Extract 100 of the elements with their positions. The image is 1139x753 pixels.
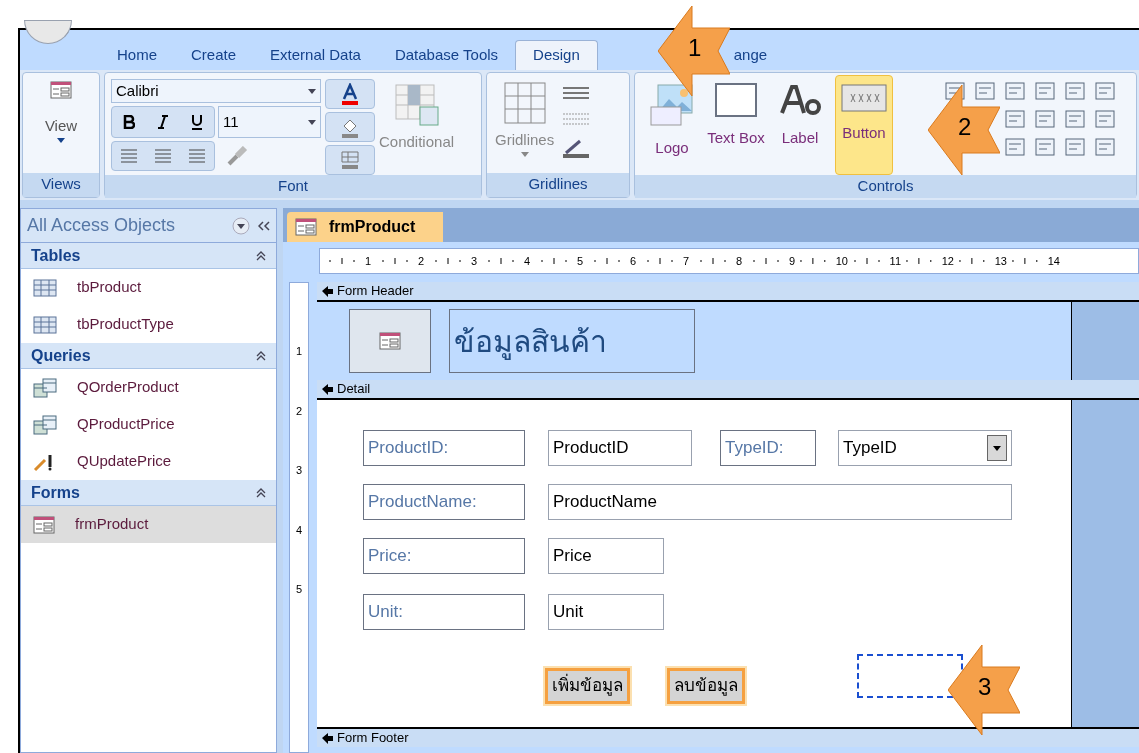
control-icon[interactable] [1064,109,1086,129]
callout-number: 3 [978,675,992,699]
group-label: Font [105,175,481,198]
ribbon-tab[interactable]: ange [733,40,785,70]
control-icon[interactable] [1004,109,1026,129]
ruler-number: 12 [941,253,954,269]
text-box[interactable]: Price [548,538,664,574]
font-name-field[interactable]: Calibri [111,79,321,103]
ribbon-tab[interactable]: External Data [253,40,378,70]
picture-icon [650,83,694,127]
control-icon[interactable] [1094,109,1116,129]
grid-icon [502,81,547,125]
combo-box[interactable]: TypeID [838,430,1012,466]
section-marker-icon [321,383,333,395]
section-label: Form Header [337,282,414,301]
document-tab[interactable]: frmProduct [287,212,444,242]
control-icon[interactable] [1004,137,1026,157]
ruler-number: 10 [835,253,848,269]
view-button[interactable]: View [44,81,78,143]
group-label: Views [23,173,99,197]
collapse-icon[interactable] [258,220,270,231]
query-icon [33,414,57,435]
fill-color-button[interactable] [325,112,375,142]
form-title: ข้อมูลสินค้า [449,309,695,373]
ribbon-tab[interactable]: Create [174,40,254,70]
field-label[interactable]: Price: [363,538,525,574]
caret-icon[interactable] [308,88,316,94]
ruler-number: 11 [889,253,901,269]
table-icon [33,315,57,334]
caret-icon[interactable] [57,137,65,143]
control-icon[interactable] [1034,137,1056,157]
control-icon[interactable] [1034,109,1056,129]
line-color-button[interactable] [325,145,375,175]
group-header[interactable]: Queries [21,343,276,369]
ruler-number: 9 [788,253,795,269]
caret-icon[interactable] [308,119,316,125]
ruler-number: 3 [295,463,303,478]
ruler-number: 6 [629,253,636,269]
ribbon-tab[interactable]: Design [515,40,598,70]
group-label: Controls [635,175,1136,198]
text-box[interactable]: Unit [548,594,664,630]
control-icon[interactable] [1004,81,1026,101]
ruler-number: 1 [364,253,371,269]
field-label[interactable]: TypeID: [720,430,816,466]
control-icon[interactable] [1094,81,1116,101]
form-button[interactable]: ลบข้อมูล [667,668,745,704]
ruler-number: 14 [1047,253,1060,269]
control-icon[interactable] [1064,137,1086,157]
collapse-icon[interactable] [256,250,266,261]
collapse-icon[interactable] [256,487,266,498]
font-size-field[interactable]: 11 [218,106,321,138]
control-tool-button[interactable]: Button [835,75,893,175]
ruler-number: 2 [417,253,424,269]
form-icon [379,332,401,350]
text-box[interactable]: ProductName [548,484,1012,520]
control-icon[interactable] [1064,81,1086,101]
group-header[interactable]: Tables [21,243,276,269]
section-marker-icon [321,285,333,297]
control-tool-button[interactable]: Label [771,75,829,175]
office-button[interactable] [24,20,72,44]
ruler-number: 4 [523,253,530,269]
control-icon[interactable] [974,81,996,101]
section-marker-icon [321,732,333,744]
button-icon [841,84,887,112]
navigation-item[interactable]: frmProduct [21,506,276,543]
ruler-number: 1 [295,344,303,359]
ruler-number: 7 [682,253,689,269]
font-color-icon[interactable] [340,83,360,105]
callout-number: 1 [688,36,702,60]
ruler-number: 13 [994,253,1007,269]
collapse-icon[interactable] [256,350,266,361]
callout-number: 2 [958,115,972,139]
ruler-number: 5 [576,253,583,269]
form-button[interactable]: เพิ่มข้อมูล [545,668,630,704]
conditional-format-icon[interactable] [393,83,440,127]
field-label[interactable]: Unit: [363,594,525,630]
field-label[interactable]: ProductID: [363,430,525,466]
control-tool-button[interactable]: Text Box [707,75,765,175]
ribbon-tab[interactable]: Home [100,40,174,70]
ruler-number: 4 [295,522,303,538]
form-icon [295,218,317,236]
section-label: Form Footer [337,729,409,748]
query-icon [33,377,57,398]
section-label: Detail [337,380,371,399]
control-icon[interactable] [1034,81,1056,101]
group-header[interactable]: Forms [21,480,276,506]
control-icon[interactable] [1094,137,1116,157]
ruler-number: 2 [295,403,303,419]
text-box[interactable]: ProductID [548,430,692,466]
font-color-button[interactable] [325,79,375,109]
grid-color-icon[interactable] [340,150,360,170]
dropdown-icon[interactable] [987,435,1007,461]
ribbon-tab[interactable]: Database Tools [377,40,516,70]
field-label[interactable]: ProductName: [363,484,525,520]
pane-title: All Access Objects [27,214,176,237]
ruler-number: 5 [295,582,303,597]
form-icon [33,515,55,534]
group-label: Gridlines [487,173,629,197]
dropdown-icon[interactable] [232,216,250,235]
letters-icon [778,83,822,117]
